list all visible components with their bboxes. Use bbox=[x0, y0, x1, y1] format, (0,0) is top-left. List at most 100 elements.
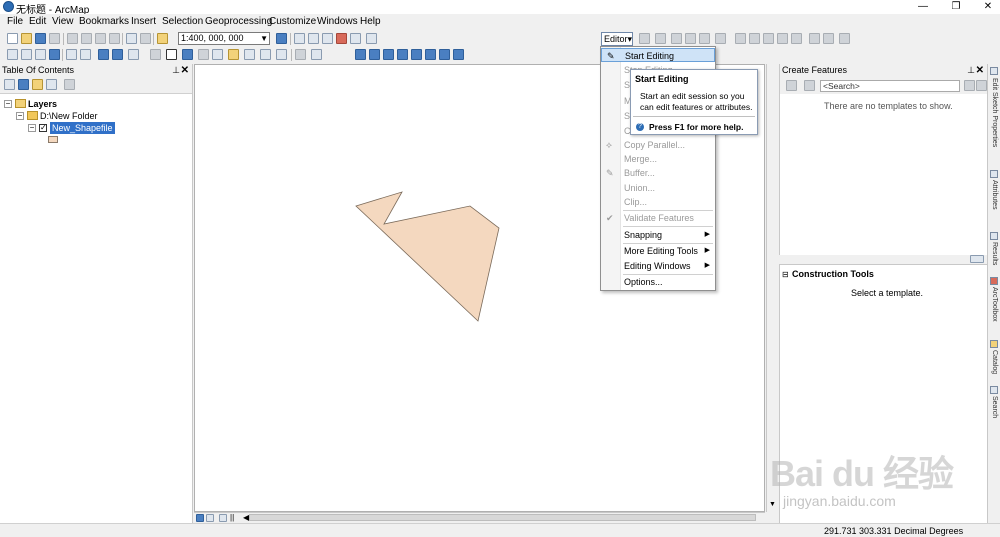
model-builder-icon[interactable] bbox=[366, 33, 377, 44]
organize-templates-icon[interactable] bbox=[786, 80, 797, 91]
list-by-source-icon[interactable] bbox=[18, 79, 29, 90]
menu-file[interactable]: File bbox=[7, 16, 23, 27]
layout-tool-1-icon[interactable] bbox=[355, 49, 366, 60]
list-by-visibility-icon[interactable] bbox=[32, 79, 43, 90]
menu-geoprocessing[interactable]: Geoprocessing bbox=[205, 16, 272, 27]
select-elements-icon[interactable] bbox=[166, 49, 177, 60]
layout-tool-3-icon[interactable] bbox=[383, 49, 394, 60]
collapse-icon[interactable]: ⊟ bbox=[782, 270, 789, 279]
undo-icon[interactable] bbox=[126, 33, 137, 44]
zoom-out-icon[interactable] bbox=[21, 49, 32, 60]
pause-drawing-icon[interactable]: || bbox=[230, 513, 234, 522]
menu-view[interactable]: View bbox=[52, 16, 74, 27]
edit-tool-icon[interactable] bbox=[639, 33, 650, 44]
menu-start-editing[interactable]: ✎ Start Editing bbox=[601, 48, 715, 62]
search-window-icon[interactable] bbox=[322, 33, 333, 44]
close-icon[interactable]: ✕ bbox=[978, 0, 998, 14]
tab-edit-sketch-properties[interactable]: Edit Sketch Properties bbox=[989, 78, 1000, 168]
attributes-icon[interactable] bbox=[809, 33, 820, 44]
menu-clip[interactable]: Clip... bbox=[601, 195, 715, 209]
cut-icon[interactable] bbox=[67, 33, 78, 44]
list-by-selection-icon[interactable] bbox=[46, 79, 57, 90]
open-icon[interactable] bbox=[21, 33, 32, 44]
time-slider-icon[interactable] bbox=[311, 49, 322, 60]
print-icon[interactable] bbox=[49, 33, 60, 44]
layer-label[interactable]: New_Shapefile bbox=[50, 122, 115, 134]
tab-search[interactable]: Search bbox=[989, 396, 1000, 426]
edit-vertices-icon[interactable] bbox=[735, 33, 746, 44]
find-route-icon[interactable] bbox=[260, 49, 271, 60]
trace-icon[interactable] bbox=[699, 33, 710, 44]
forward-icon[interactable] bbox=[112, 49, 123, 60]
hyperlink-icon[interactable] bbox=[198, 49, 209, 60]
close-icon[interactable]: ✕ bbox=[976, 64, 984, 77]
map-scale-combobox[interactable]: 1:400, 000, 000 ▼ bbox=[178, 32, 270, 45]
rotate-icon[interactable] bbox=[791, 33, 802, 44]
new-document-icon[interactable] bbox=[7, 33, 18, 44]
tab-catalog[interactable]: Catalog bbox=[989, 350, 1000, 382]
collapse-icon[interactable]: − bbox=[28, 124, 36, 132]
find-icon[interactable] bbox=[244, 49, 255, 60]
collapse-icon[interactable]: − bbox=[16, 112, 24, 120]
pin-icon[interactable]: ⊥ bbox=[172, 64, 180, 77]
tree-row-layer[interactable]: − ✓ New_Shapefile bbox=[28, 122, 188, 134]
sketch-properties-icon[interactable] bbox=[823, 33, 834, 44]
editor-toolbar-icon[interactable] bbox=[276, 33, 287, 44]
pin-icon[interactable]: ⊥ bbox=[967, 64, 975, 77]
menu-windows[interactable]: Windows bbox=[317, 16, 358, 27]
layer-symbol-swatch[interactable] bbox=[48, 136, 58, 143]
layout-tool-7-icon[interactable] bbox=[439, 49, 450, 60]
collapse-icon[interactable]: − bbox=[4, 100, 12, 108]
layout-tool-5-icon[interactable] bbox=[411, 49, 422, 60]
menu-buffer[interactable]: ✎ Buffer... bbox=[601, 166, 715, 180]
menu-insert[interactable]: Insert bbox=[131, 16, 156, 27]
tree-row-layers[interactable]: − Layers bbox=[4, 98, 184, 110]
panel-splitter-icon[interactable] bbox=[970, 255, 984, 263]
tab-attributes[interactable]: Attributes bbox=[989, 180, 1000, 225]
fixed-zoom-in-icon[interactable] bbox=[66, 49, 77, 60]
clear-search-icon[interactable] bbox=[976, 80, 987, 91]
reshape-icon[interactable] bbox=[749, 33, 760, 44]
point-icon[interactable] bbox=[715, 33, 726, 44]
delete-icon[interactable] bbox=[109, 33, 120, 44]
menu-help[interactable]: Help bbox=[360, 16, 381, 27]
add-data-icon[interactable] bbox=[157, 33, 168, 44]
menu-customize[interactable]: Customize bbox=[269, 16, 316, 27]
select-features-icon[interactable] bbox=[128, 49, 139, 60]
edit-annotation-icon[interactable] bbox=[655, 33, 666, 44]
create-features-icon[interactable] bbox=[839, 33, 850, 44]
menu-edit[interactable]: Edit bbox=[29, 16, 46, 27]
layer-visibility-checkbox[interactable]: ✓ bbox=[39, 124, 47, 132]
help-icon[interactable] bbox=[453, 49, 464, 60]
list-by-drawing-order-icon[interactable] bbox=[4, 79, 15, 90]
layout-tool-4-icon[interactable] bbox=[397, 49, 408, 60]
menu-merge[interactable]: Merge... bbox=[601, 152, 715, 166]
full-extent-icon[interactable] bbox=[49, 49, 60, 60]
catalog-window-icon[interactable] bbox=[308, 33, 319, 44]
tree-row-folder[interactable]: − D:\New Folder bbox=[16, 110, 186, 122]
tab-results[interactable]: Results bbox=[989, 242, 1000, 274]
arctoolbox-icon[interactable] bbox=[336, 33, 347, 44]
close-icon[interactable]: ✕ bbox=[181, 64, 189, 77]
editor-menu-button[interactable]: Editor▾ bbox=[601, 32, 633, 46]
menu-copy-parallel[interactable]: ⟡ Copy Parallel... bbox=[601, 138, 715, 152]
straight-segment-icon[interactable] bbox=[671, 33, 682, 44]
pan-icon[interactable] bbox=[35, 49, 46, 60]
data-view-icon[interactable] bbox=[196, 514, 204, 522]
options-icon[interactable] bbox=[64, 79, 75, 90]
identify-icon[interactable] bbox=[182, 49, 193, 60]
menu-selection[interactable]: Selection bbox=[162, 16, 203, 27]
layout-tool-2-icon[interactable] bbox=[369, 49, 380, 60]
template-search-input[interactable]: <Search> bbox=[820, 80, 960, 92]
menu-union[interactable]: Union... bbox=[601, 181, 715, 195]
menu-more-editing-tools[interactable]: More Editing Tools ▶ bbox=[601, 244, 715, 258]
tab-arctoolbox[interactable]: ArcToolbox bbox=[989, 287, 1000, 332]
copy-icon[interactable] bbox=[81, 33, 92, 44]
measure-icon[interactable] bbox=[228, 49, 239, 60]
minimize-icon[interactable]: — bbox=[913, 0, 933, 14]
end-point-arc-icon[interactable] bbox=[685, 33, 696, 44]
layout-view-icon[interactable] bbox=[206, 514, 214, 522]
horizontal-scrollbar[interactable] bbox=[249, 514, 756, 521]
maximize-icon[interactable]: ❐ bbox=[946, 0, 966, 14]
menu-bookmarks[interactable]: Bookmarks bbox=[79, 16, 129, 27]
